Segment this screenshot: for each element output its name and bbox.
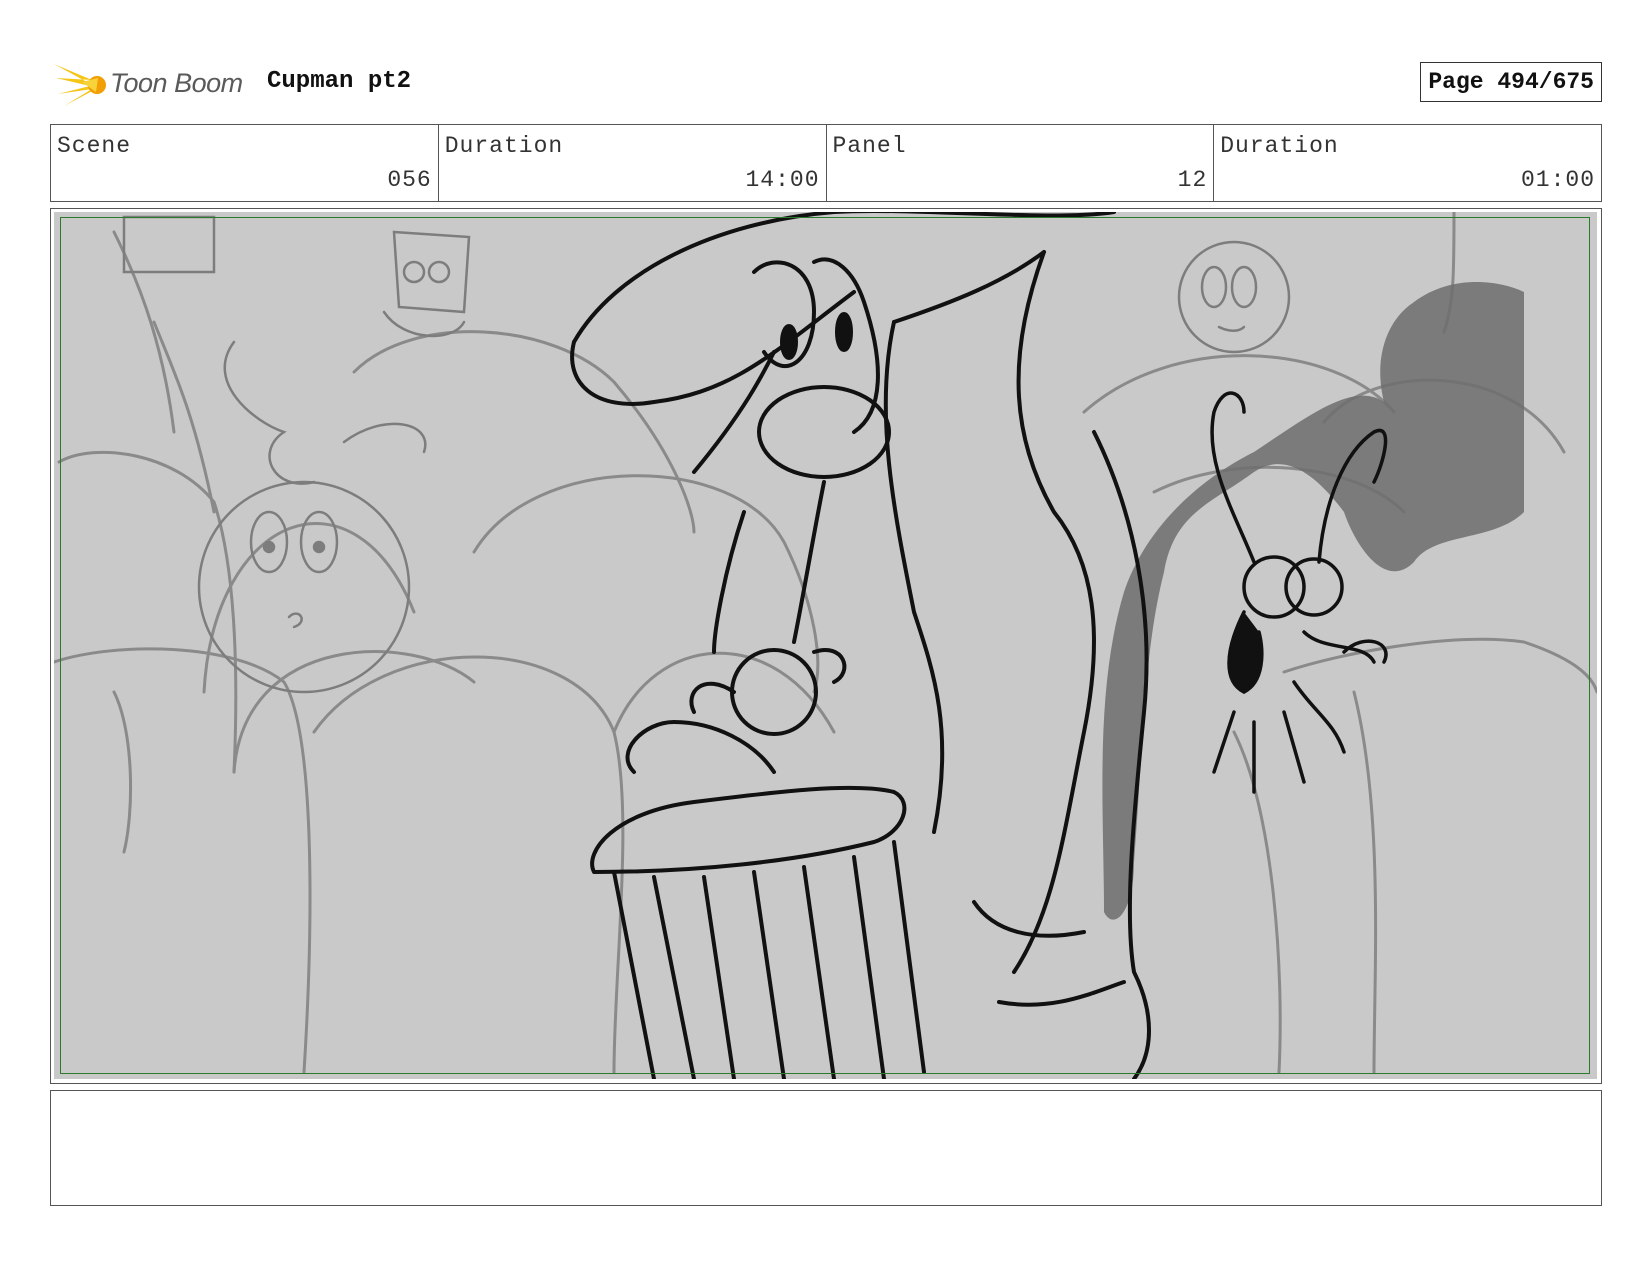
scene-duration-cell: Duration 14:00 [439,125,827,201]
sign-post [122,215,216,274]
character-foot [997,980,1126,1007]
character-arm [712,510,746,654]
panel-notes[interactable] [50,1090,1602,1206]
storyboard-sketch [54,212,1597,1079]
panel-value: 12 [1177,167,1208,193]
toon-boom-logo: Toon Boom [52,58,252,108]
page-number: Page 494/675 [1420,62,1602,102]
panel-duration-cell: Duration 01:00 [1214,125,1601,201]
panel-cell: Panel 12 [827,125,1215,201]
trash-can-body [612,870,656,1079]
flame-icon [54,64,106,106]
logo-wordmark: Toon Boom [110,68,243,98]
scene-duration-value: 14:00 [745,167,820,193]
character-leg [1012,250,1096,974]
orange-character-hair [223,340,316,485]
panel-sketch [54,212,1597,1079]
project-title: Cupman pt2 [267,68,412,95]
scene-duration-label: Duration [444,133,564,159]
scene-label: Scene [57,133,132,159]
scene-info-table: Scene 056 Duration 14:00 Panel 12 Durati… [50,124,1602,202]
character-back [892,250,1046,324]
panel-frame [50,208,1602,1084]
character-nose [757,385,891,479]
storyboard-header: Toon Boom Cupman pt2 Page 494/675 [52,56,1602,108]
scene-value: 056 [387,167,432,193]
seat-back-left [57,450,238,774]
panel-label: Panel [832,133,907,159]
shadow-figure [1102,282,1524,920]
panel-duration-label: Duration [1220,133,1339,159]
scene-cell: Scene 056 [51,125,439,201]
trash-can-lid [590,785,907,874]
panel-duration-value: 01:00 [1520,167,1595,193]
